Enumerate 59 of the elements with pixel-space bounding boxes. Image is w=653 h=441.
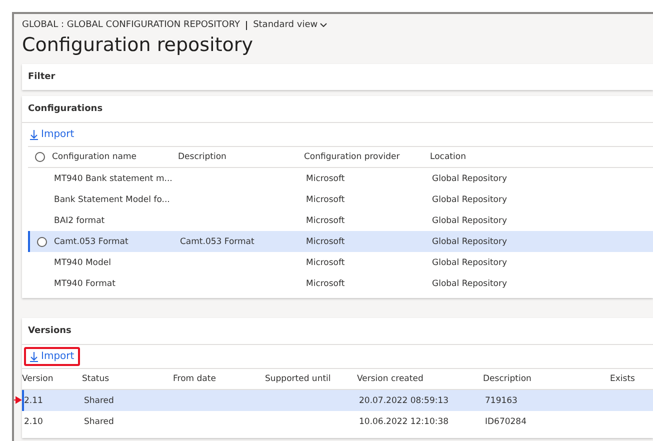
table-cell-text: MT940 Bank statement m... — [54, 172, 174, 184]
table-cell-text: 719163 — [485, 394, 518, 406]
table-cell-text: Microsoft — [306, 256, 346, 268]
table-cell-text: Microsoft — [306, 278, 346, 290]
table-cell-text: BAI2 format — [54, 214, 106, 226]
table-cell-text: Global Repository — [432, 172, 508, 184]
table-cell-text: 10.06.2022 12:10:38 — [359, 416, 450, 428]
table-row[interactable]: MT940 Model Microsoft Global Repository — [28, 252, 653, 273]
column-header[interactable]: From date — [173, 374, 265, 384]
column-header[interactable]: Configuration provider — [304, 152, 430, 162]
table-cell-text: Global Repository — [432, 214, 508, 226]
table-cell-text: Camt.053 Format — [180, 236, 256, 248]
table-cell-text: Microsoft — [306, 172, 346, 184]
table-cell-text: Microsoft — [306, 194, 346, 206]
table-cell-text: Camt.053 Format — [54, 236, 130, 248]
column-header[interactable]: Version — [22, 374, 82, 384]
download-icon — [30, 130, 38, 140]
column-header[interactable]: Version created — [357, 374, 483, 384]
table-row[interactable]: MT940 Bank statement m... Microsoft Global Repository — [28, 168, 653, 189]
column-header[interactable]: Exists — [610, 374, 653, 384]
table-cell-text: 20.07.2022 08:59:13 — [359, 394, 450, 406]
table-cell-text: MT940 Model — [54, 256, 112, 268]
import-button[interactable]: Import — [24, 347, 80, 366]
section-title[interactable]: Versions — [22, 318, 653, 345]
table-cell-text: 2.10 — [24, 416, 44, 428]
column-header[interactable]: Status — [82, 374, 173, 384]
table-cell-text: Shared — [84, 394, 115, 406]
breadcrumb: GLOBAL : GLOBAL CONFIGURATION REPOSITORY — [22, 20, 240, 30]
column-header[interactable]: Configuration name — [52, 152, 178, 162]
column-header[interactable]: Description — [178, 152, 304, 162]
row-radio[interactable] — [37, 236, 47, 246]
table-cell-text: ID670284 — [485, 416, 528, 428]
table-cell-text: Global Repository — [432, 236, 508, 248]
table-cell-text: MT940 Format — [54, 278, 116, 290]
table-cell-text: Shared — [84, 416, 115, 428]
table-cell-text: Microsoft — [306, 214, 346, 226]
table-cell-text: Global Repository — [432, 256, 508, 268]
section-title[interactable]: Configurations — [22, 96, 653, 123]
chevron-down-icon[interactable] — [320, 23, 327, 27]
table-row[interactable]: 2.10 Shared 10.06.2022 12:10:38 ID670284 — [22, 411, 653, 432]
section-title[interactable]: Filter — [22, 64, 653, 90]
table-row[interactable]: Bank Statement Model fo... Microsoft Global Repository — [28, 189, 653, 210]
import-button[interactable]: Import — [24, 125, 80, 144]
page-title: Configuration repository — [22, 34, 254, 56]
table-row[interactable]: 2.11 Shared 20.07.2022 08:59:13 719163 — [22, 390, 653, 411]
view-selector[interactable]: Standard view — [253, 20, 318, 30]
table-cell-text: Bank Statement Model fo... — [54, 194, 171, 206]
table-row[interactable]: BAI2 format Microsoft Global Repository — [28, 210, 653, 231]
table-cell-text: Microsoft — [306, 236, 346, 248]
column-header[interactable]: Description — [483, 374, 610, 384]
select-all-radio[interactable] — [35, 152, 45, 162]
table-row[interactable]: MT940 Format Microsoft Global Repository — [28, 273, 653, 294]
table-cell-text: Global Repository — [432, 278, 508, 290]
table-cell-text: 2.11 — [24, 394, 44, 406]
column-header[interactable]: Location — [430, 152, 653, 162]
column-header[interactable]: Supported until — [265, 374, 357, 384]
table-cell-text: Global Repository — [432, 194, 508, 206]
download-icon — [30, 352, 38, 362]
table-row[interactable]: Camt.053 Format Camt.053 Format Microsoft Global Repository — [28, 231, 653, 252]
